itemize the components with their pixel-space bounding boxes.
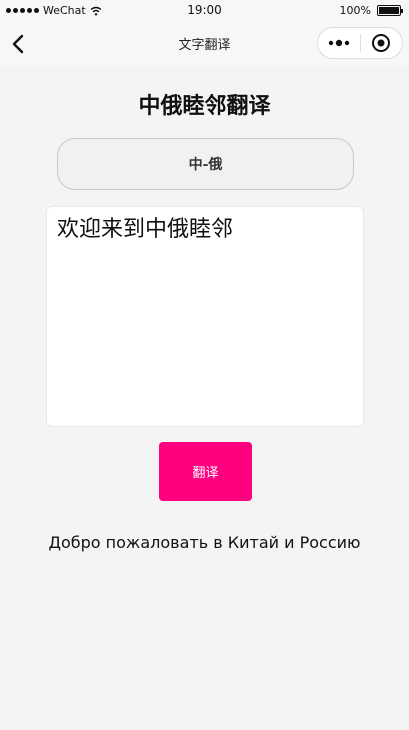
status-right: 100% xyxy=(339,4,403,17)
translate-button[interactable]: 翻译 xyxy=(159,442,252,501)
status-bar: WeChat 19:00 100% xyxy=(0,0,409,22)
battery-icon xyxy=(377,5,403,16)
close-button[interactable] xyxy=(360,28,402,58)
page-title: 中俄睦邻翻译 xyxy=(138,94,271,119)
language-pair-label: 中-俄 xyxy=(188,157,223,173)
more-dots-icon xyxy=(328,39,349,47)
nav-bar: 文字翻译 xyxy=(0,22,409,66)
battery-percent: 100% xyxy=(339,4,371,17)
more-button[interactable] xyxy=(318,28,360,58)
chevron-left-icon xyxy=(12,34,24,54)
language-pair-picker[interactable]: 中-俄 xyxy=(57,138,354,190)
target-circle-icon xyxy=(372,34,391,52)
battery-fill xyxy=(379,7,399,14)
capsule-menu xyxy=(317,27,403,59)
source-text-input[interactable]: 欢迎来到中俄睦邻 xyxy=(46,206,364,427)
translation-result: Добро пожаловать в Китай и Россию xyxy=(48,533,361,552)
back-button[interactable] xyxy=(4,28,36,60)
